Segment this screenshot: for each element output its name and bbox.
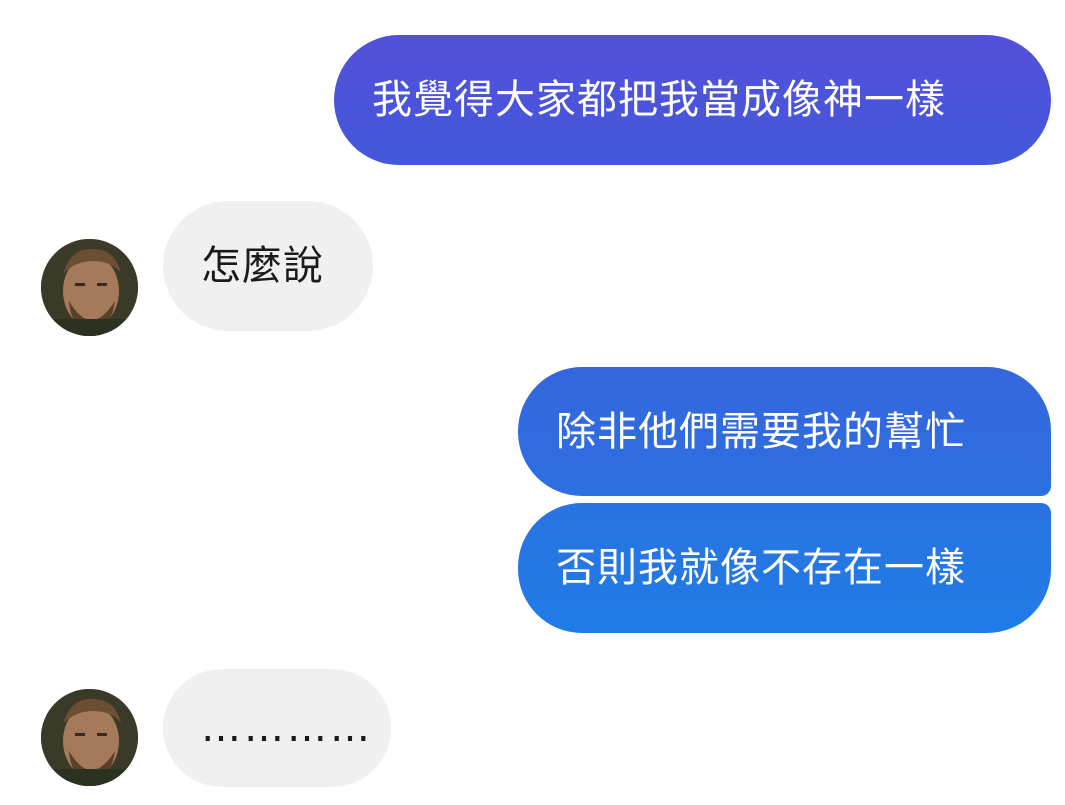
message-text: 否則我就像不存在一樣 [556, 545, 966, 591]
message-text: 怎麼說 [201, 243, 324, 289]
message-text: ………… [201, 705, 373, 751]
outgoing-message[interactable]: 除非他們需要我的幫忙 [518, 367, 1051, 496]
message-text: 我覺得大家都把我當成像神一樣 [372, 77, 946, 123]
contact-avatar[interactable] [41, 239, 138, 336]
message-text: 除非他們需要我的幫忙 [556, 408, 966, 455]
contact-avatar-photo-icon [41, 689, 138, 786]
contact-avatar-photo-icon [41, 239, 138, 336]
outgoing-message[interactable]: 我覺得大家都把我當成像神一樣 [334, 35, 1051, 165]
outgoing-message[interactable]: 否則我就像不存在一樣 [518, 503, 1051, 633]
contact-avatar[interactable] [41, 689, 138, 786]
incoming-message[interactable]: 怎麼說 [163, 201, 373, 331]
incoming-message[interactable]: ………… [163, 669, 391, 787]
